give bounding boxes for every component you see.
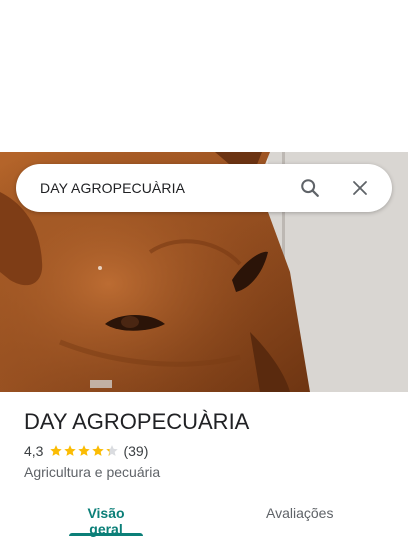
search-bar[interactable]: DAY AGROPECUÀRIA [16, 164, 392, 212]
review-count[interactable]: (39) [123, 443, 148, 459]
star-icon [78, 445, 91, 456]
star-icon [50, 445, 63, 456]
close-icon[interactable] [342, 170, 378, 206]
rating-row[interactable]: 4,3 (39) [24, 440, 392, 462]
tab-reviews[interactable]: Avaliações [266, 494, 333, 536]
star-icon [64, 445, 77, 456]
place-category[interactable]: Agricultura e pecuária [24, 464, 392, 480]
star-icon [92, 445, 105, 456]
place-info: DAY AGROPECUÀRIA 4,3 (39) Agricultura e … [24, 406, 392, 480]
search-input[interactable]: DAY AGROPECUÀRIA [40, 180, 292, 196]
place-title: DAY AGROPECUÀRIA [24, 409, 250, 434]
active-tab-indicator [69, 533, 143, 536]
tab-overview[interactable]: Visão geral [69, 494, 143, 537]
tab-bar: Visão geral Avaliações [0, 494, 408, 537]
tab-reviews-label: Avaliações [266, 505, 334, 521]
search-icon[interactable] [292, 170, 328, 206]
rating-value: 4,3 [24, 443, 44, 459]
star-icon [106, 445, 119, 456]
star-rating [49, 444, 119, 458]
